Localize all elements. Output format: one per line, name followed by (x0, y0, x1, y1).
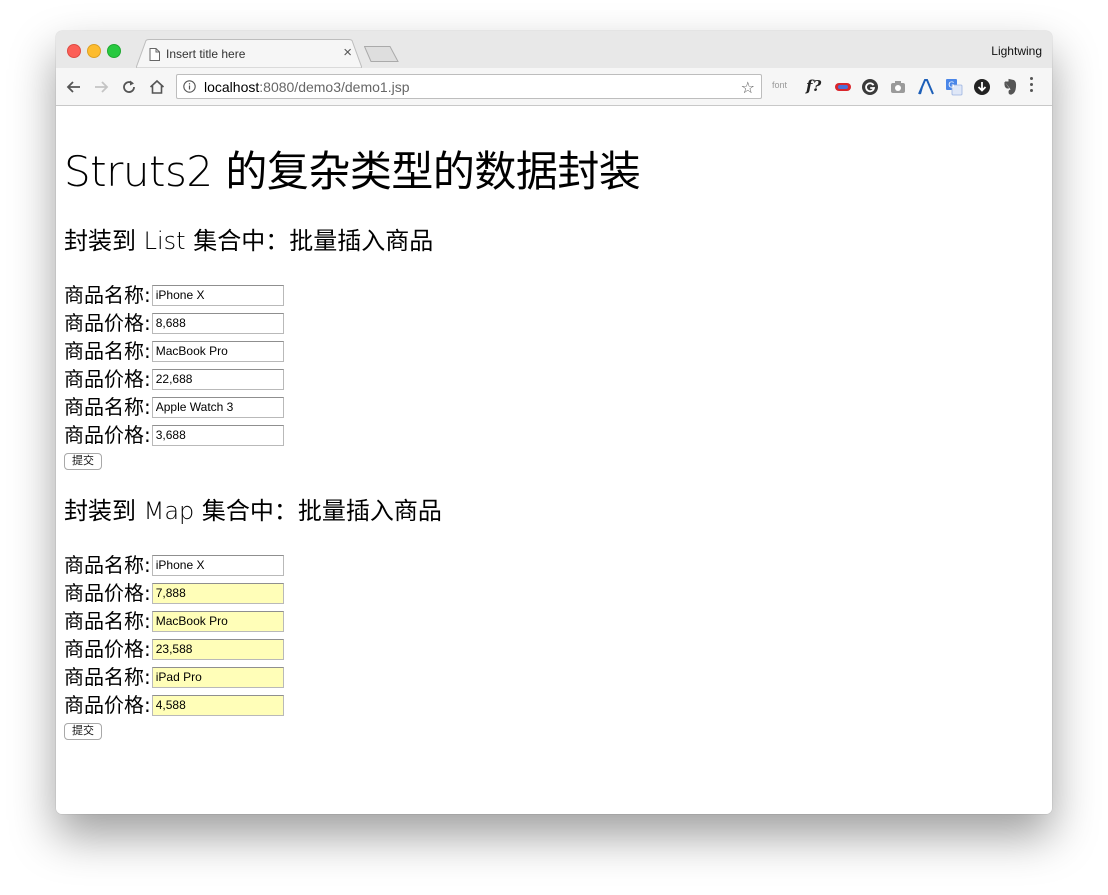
field-label: 商品名称: (64, 395, 151, 419)
form-row: 商品名称: (64, 607, 284, 635)
map-section-title: 封装到 Map 集合中：批量插入商品 (64, 497, 442, 525)
lambda-icon[interactable] (917, 78, 935, 96)
g-icon[interactable] (861, 78, 879, 96)
form-row: 商品名称: (64, 337, 284, 365)
product-price-input[interactable] (151, 368, 284, 390)
tab-close-icon[interactable]: × (343, 45, 352, 61)
browser-menu-icon[interactable] (1030, 77, 1034, 95)
back-arrow-icon[interactable] (65, 78, 83, 96)
tab-strip: Insert title here × Lightwing (56, 31, 1052, 68)
product-price-input[interactable] (151, 694, 284, 716)
form-row: 商品价格: (64, 421, 284, 449)
field-label: 商品价格: (64, 423, 151, 447)
browser-window: Insert title here × Lightwing localhost:… (56, 31, 1052, 814)
field-label: 商品名称: (64, 339, 151, 363)
whatfont-extension-icon[interactable]: f? (806, 77, 821, 95)
product-price-input[interactable] (151, 638, 284, 660)
list-section-title: 封装到 List 集合中：批量插入商品 (64, 227, 434, 255)
close-window-button[interactable] (67, 44, 81, 58)
profile-name[interactable]: Lightwing (991, 44, 1042, 58)
field-label: 商品价格: (64, 581, 151, 605)
new-tab-button[interactable] (364, 46, 400, 62)
url-path: :8080/demo3/demo1.jsp (259, 79, 410, 95)
ext-badge-icon[interactable] (834, 78, 852, 96)
field-label: 商品名称: (64, 283, 151, 307)
page-content: Struts2 的复杂类型的数据封装 封装到 List 集合中：批量插入商品 商… (56, 106, 1052, 814)
translate-icon[interactable]: G (945, 78, 963, 96)
product-price-input[interactable] (151, 312, 284, 334)
evernote-icon[interactable] (1001, 78, 1019, 96)
product-name-input[interactable] (151, 396, 284, 418)
product-name-input[interactable] (151, 340, 284, 362)
minimize-window-button[interactable] (87, 44, 101, 58)
field-label: 商品价格: (64, 637, 151, 661)
product-name-input[interactable] (151, 554, 284, 576)
info-icon[interactable] (183, 80, 196, 93)
field-label: 商品名称: (64, 665, 151, 689)
map-form: 商品名称: 商品价格: 商品名称: 商品价格: 商品名称: 商品价格: (64, 551, 284, 740)
field-label: 商品价格: (64, 693, 151, 717)
form-row: 商品名称: (64, 281, 284, 309)
list-form: 商品名称: 商品价格: 商品名称: 商品价格: 商品名称: 商品价格: (64, 281, 284, 470)
svg-text:G: G (948, 81, 954, 90)
list-submit-button[interactable]: 提交 (64, 452, 102, 470)
forward-arrow-icon[interactable] (92, 78, 110, 96)
address-bar[interactable]: localhost:8080/demo3/demo1.jsp ☆ (176, 74, 762, 99)
product-name-input[interactable] (151, 284, 284, 306)
form-row: 商品名称: (64, 663, 284, 691)
field-label: 商品名称: (64, 553, 151, 577)
home-icon[interactable] (148, 78, 166, 96)
url-host: localhost (204, 79, 260, 95)
page-title: Struts2 的复杂类型的数据封装 (64, 147, 641, 196)
form-row: 商品价格: (64, 309, 284, 337)
form-row: 商品价格: (64, 579, 284, 607)
camera-icon[interactable] (889, 78, 907, 96)
url-text: localhost:8080/demo3/demo1.jsp (204, 79, 409, 95)
tab-active[interactable]: Insert title here × (136, 39, 362, 68)
form-row: 商品价格: (64, 365, 284, 393)
product-name-input[interactable] (151, 610, 284, 632)
field-label: 商品价格: (64, 367, 151, 391)
reload-icon[interactable] (120, 78, 138, 96)
maximize-window-button[interactable] (107, 44, 121, 58)
form-row: 商品名称: (64, 393, 284, 421)
tab-title: Insert title here (166, 47, 246, 61)
font-extension-icon[interactable]: font (772, 80, 787, 98)
field-label: 商品价格: (64, 311, 151, 335)
map-submit-button[interactable]: 提交 (64, 722, 102, 740)
product-price-input[interactable] (151, 424, 284, 446)
form-row: 商品价格: (64, 691, 284, 719)
page-icon (149, 48, 160, 61)
field-label: 商品名称: (64, 609, 151, 633)
product-price-input[interactable] (151, 582, 284, 604)
toolbar: localhost:8080/demo3/demo1.jsp ☆ font f?… (56, 68, 1052, 106)
download-icon[interactable] (973, 78, 991, 96)
bookmark-star-icon[interactable]: ☆ (741, 78, 755, 98)
form-row: 商品价格: (64, 635, 284, 663)
form-row: 商品名称: (64, 551, 284, 579)
product-name-input[interactable] (151, 666, 284, 688)
